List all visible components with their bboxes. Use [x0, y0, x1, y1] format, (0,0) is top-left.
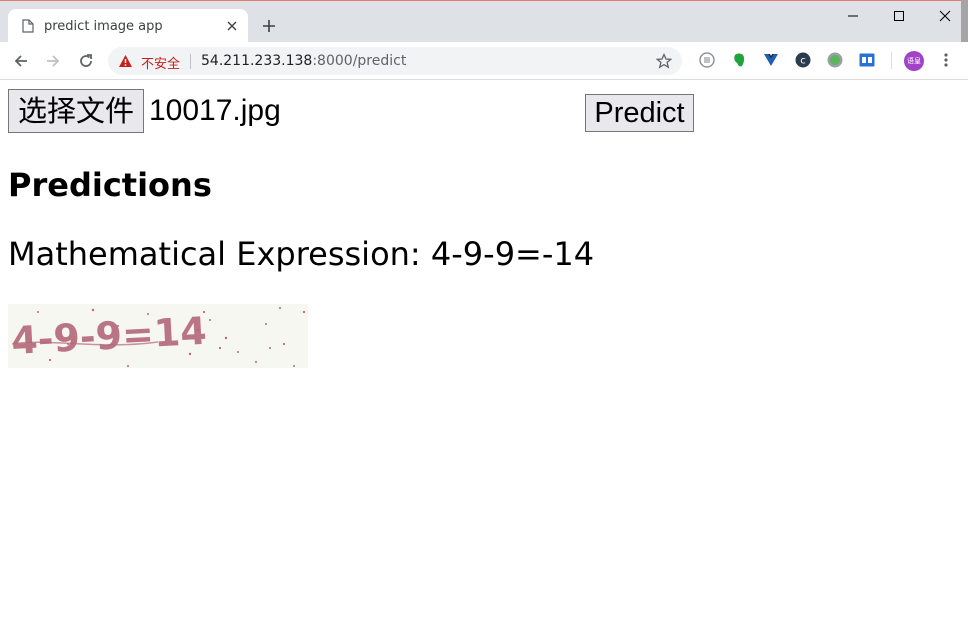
profile-avatar[interactable]: 语皇: [904, 51, 924, 71]
svg-text:c: c: [800, 56, 806, 67]
url-path: :8000/predict: [312, 53, 407, 69]
reader-mode-icon[interactable]: [699, 52, 715, 68]
green-dot-extension-icon[interactable]: [827, 52, 843, 68]
translate-icon[interactable]: c: [795, 52, 811, 68]
back-arrow-icon[interactable]: [13, 53, 29, 69]
browser-tab[interactable]: predict image app: [8, 9, 248, 43]
close-tab-icon[interactable]: [226, 20, 238, 32]
bookmark-star-icon[interactable]: [656, 53, 672, 69]
predict-button[interactable]: Predict: [585, 94, 694, 132]
mathematical-expression-result: Mathematical Expression: 4-9-9=-14: [8, 235, 595, 273]
predictions-heading: Predictions: [8, 166, 212, 204]
evernote-icon[interactable]: [731, 52, 747, 68]
choose-file-button[interactable]: 选择文件: [8, 89, 144, 133]
toolbar-divider: [891, 52, 892, 69]
tab-strip: predict image app: [0, 0, 968, 43]
url-host: 54.211.233.138: [201, 53, 313, 69]
new-tab-icon[interactable]: [262, 19, 276, 33]
selected-file-name: 10017.jpg: [149, 94, 281, 127]
reading-list-icon[interactable]: [859, 52, 875, 68]
warning-icon: [119, 55, 132, 67]
document-icon: [22, 19, 34, 33]
forward-arrow-icon[interactable]: [45, 53, 61, 69]
address-bar[interactable]: 不安全 54.211.233.138:8000/predict: [108, 47, 682, 75]
tab-title: predict image app: [44, 19, 163, 34]
captcha-image: 4-9-9=14: [8, 304, 308, 368]
vuejs-devtools-icon[interactable]: [763, 52, 779, 68]
browser-toolbar: 不安全 54.211.233.138:8000/predict: [0, 42, 968, 80]
url-text[interactable]: 54.211.233.138:8000/predict: [201, 53, 406, 69]
maximize-icon[interactable]: [892, 9, 906, 23]
not-secure-label[interactable]: 不安全: [141, 53, 180, 72]
more-menu-icon[interactable]: [942, 52, 950, 68]
reload-icon[interactable]: [78, 53, 94, 69]
minimize-icon[interactable]: [846, 9, 860, 23]
omnibox-divider: [190, 54, 191, 69]
close-window-icon[interactable]: [938, 9, 952, 23]
